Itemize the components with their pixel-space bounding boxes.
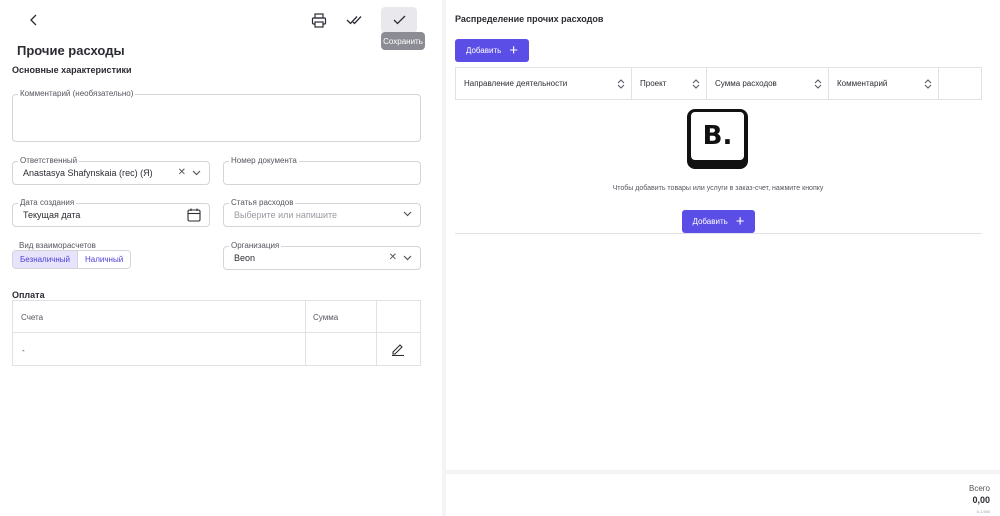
add-distribution-button[interactable]: Добавить + xyxy=(455,39,529,62)
chevron-down-icon[interactable] xyxy=(192,170,201,176)
pencil-icon xyxy=(392,344,404,357)
col-expense-sum-label: Сумма расходов xyxy=(715,79,777,88)
settlement-toggle: Безналичный Наличный xyxy=(12,250,132,269)
col-activity-label: Направление деятельности xyxy=(464,79,568,88)
col-project[interactable]: Проект xyxy=(632,68,707,99)
expense-item-label: Статья расходов xyxy=(229,198,296,207)
check-icon xyxy=(393,15,405,25)
payment-col-amount: Сумма xyxy=(313,313,339,322)
sort-icon[interactable] xyxy=(814,78,822,90)
created-date-field[interactable]: Дата создания Текущая дата xyxy=(12,198,210,227)
save-tooltip: Сохранить xyxy=(381,32,425,50)
comment-field[interactable]: Комментарий (необязательно) xyxy=(12,89,421,142)
print-button[interactable] xyxy=(306,8,332,32)
distribution-panel: Распределение прочих расходов Добавить +… xyxy=(446,0,1000,470)
doc-number-label: Номер документа xyxy=(229,156,299,165)
main-section-title: Основные характеристики xyxy=(12,65,132,75)
col-comment-label: Комментарий xyxy=(837,79,888,88)
sort-icon[interactable] xyxy=(924,78,932,90)
created-date-value: Текущая дата xyxy=(23,210,81,220)
empty-add-button[interactable]: Добавить + xyxy=(682,210,755,233)
back-button[interactable] xyxy=(22,8,46,32)
comment-label: Комментарий (необязательно) xyxy=(18,89,136,98)
expense-form-panel: Сохранить Прочие расходы Основные характ… xyxy=(0,0,442,516)
version-label: 0.1.940 xyxy=(976,509,990,514)
created-date-label: Дата создания xyxy=(18,198,77,207)
payment-col-accounts: Счета xyxy=(21,313,44,322)
distribution-table-header: Направление деятельности Проект Сумма ра… xyxy=(455,67,982,100)
col-activity[interactable]: Направление деятельности xyxy=(456,68,632,99)
save-button[interactable] xyxy=(381,7,417,33)
payment-table-header xyxy=(13,301,420,333)
col-project-label: Проект xyxy=(640,79,667,88)
chevron-down-icon[interactable] xyxy=(403,255,412,261)
empty-add-label: Добавить xyxy=(692,217,728,226)
clear-icon[interactable]: ✕ xyxy=(389,252,397,263)
organization-select[interactable]: Организация Beon ✕ xyxy=(223,241,421,270)
payment-row-account: - xyxy=(22,346,25,355)
empty-state-text: Чтобы добавить товары или услуги в заказ… xyxy=(612,185,824,192)
responsible-label: Ответственный xyxy=(18,156,80,165)
doc-number-field[interactable]: Номер документа xyxy=(223,156,421,185)
plus-icon: + xyxy=(509,42,519,59)
chevron-down-icon[interactable] xyxy=(403,211,412,217)
settlement-label: Вид взаиморасчетов xyxy=(19,241,96,250)
organization-value: Beon xyxy=(234,253,256,263)
sort-icon[interactable] xyxy=(692,78,700,90)
footer-bar xyxy=(446,474,1000,516)
chevron-left-icon xyxy=(30,14,37,26)
total-label: Всего xyxy=(969,484,990,493)
calendar-icon[interactable] xyxy=(187,208,201,222)
double-check-icon xyxy=(346,16,362,25)
empty-state-logo: B. xyxy=(687,109,748,169)
logo-glyph: B. xyxy=(691,112,744,160)
page-title: Прочие расходы xyxy=(17,43,125,58)
sort-icon[interactable] xyxy=(617,78,625,90)
plus-icon: + xyxy=(735,213,745,230)
col-comment[interactable]: Комментарий xyxy=(829,68,939,99)
distribution-title: Распределение прочих расходов xyxy=(455,14,604,24)
responsible-select[interactable]: Ответственный Anastasya Shafynskaia (гес… xyxy=(12,156,210,185)
col-expense-sum[interactable]: Сумма расходов xyxy=(707,68,829,99)
distribution-divider xyxy=(455,233,982,234)
settlement-option-cashless[interactable]: Безналичный xyxy=(13,251,77,268)
settlement-option-cash[interactable]: Наличный xyxy=(77,251,131,268)
save-and-close-button[interactable] xyxy=(342,8,368,32)
clear-icon[interactable]: ✕ xyxy=(178,167,186,178)
payment-table: Счета Сумма - xyxy=(12,300,421,366)
edit-payment-button[interactable] xyxy=(391,342,405,361)
expense-item-placeholder: Выберите или напишите xyxy=(234,210,338,220)
printer-icon xyxy=(311,12,327,28)
expense-item-select[interactable]: Статья расходов Выберите или напишите xyxy=(223,198,421,227)
payment-title: Оплата xyxy=(12,290,45,300)
organization-label: Организация xyxy=(229,241,282,250)
total-value: 0,00 xyxy=(972,495,990,505)
add-button-label: Добавить xyxy=(465,46,502,55)
responsible-value: Anastasya Shafynskaia (гес) (Я) xyxy=(23,168,153,178)
